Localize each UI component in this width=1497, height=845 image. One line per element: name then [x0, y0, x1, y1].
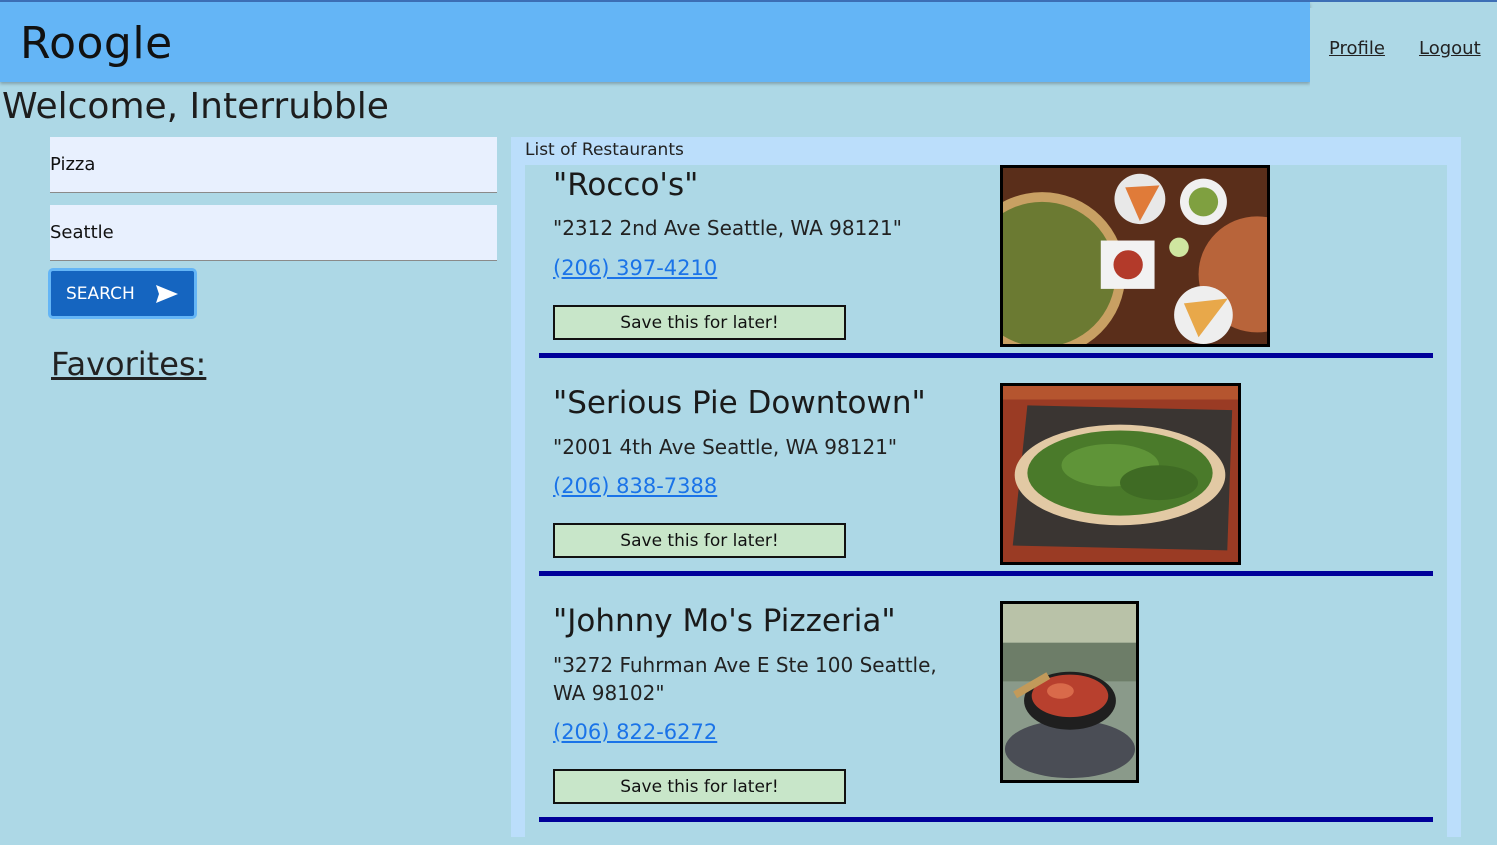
restaurant-address: "2312 2nd Ave Seattle, WA 98121" [553, 216, 902, 240]
save-for-later-button[interactable]: Save this for later! [553, 305, 846, 340]
card-divider [539, 571, 1433, 576]
welcome-heading: Welcome, Interrubble [2, 86, 389, 127]
restaurant-name: "Johnny Mo's Pizzeria" [553, 603, 896, 639]
restaurant-address: "3272 Fuhrman Ave E Ste 100 Seattle, WA … [553, 653, 937, 705]
search-button[interactable]: SEARCH [48, 268, 197, 319]
logout-link[interactable]: Logout [1419, 38, 1481, 59]
results-list[interactable]: "Rocco's" "2312 2nd Ave Seattle, WA 9812… [525, 165, 1447, 845]
restaurant-phone-link[interactable]: (206) 397-4210 [553, 256, 717, 280]
send-icon [155, 284, 179, 304]
search-button-label: SEARCH [66, 283, 135, 304]
card-divider [539, 817, 1433, 822]
save-for-later-button[interactable]: Save this for later! [553, 523, 846, 558]
restaurant-photo [1000, 383, 1241, 565]
app-title: Roogle [20, 18, 173, 69]
restaurant-phone-link[interactable]: (206) 838-7388 [553, 474, 717, 498]
profile-link[interactable]: Profile [1329, 38, 1385, 59]
app-header: Roogle [0, 2, 1310, 82]
save-for-later-button[interactable]: Save this for later! [553, 769, 846, 804]
restaurant-phone-link[interactable]: (206) 822-6272 [553, 720, 717, 744]
results-panel: List of Restaurants "Rocco's" "2312 2nd … [511, 137, 1461, 845]
restaurant-photo [1000, 165, 1270, 347]
favorites-heading: Favorites: [51, 345, 207, 383]
search-query-input[interactable] [50, 137, 497, 193]
results-label: List of Restaurants [525, 140, 684, 160]
restaurant-name: "Serious Pie Downtown" [553, 385, 926, 421]
top-nav: Profile Logout [1310, 8, 1497, 88]
restaurant-name: "Rocco's" [553, 167, 699, 203]
restaurant-photo [1000, 601, 1139, 783]
search-location-input[interactable] [50, 205, 497, 261]
card-divider [539, 353, 1433, 358]
restaurant-address: "2001 4th Ave Seattle, WA 98121" [553, 435, 898, 459]
